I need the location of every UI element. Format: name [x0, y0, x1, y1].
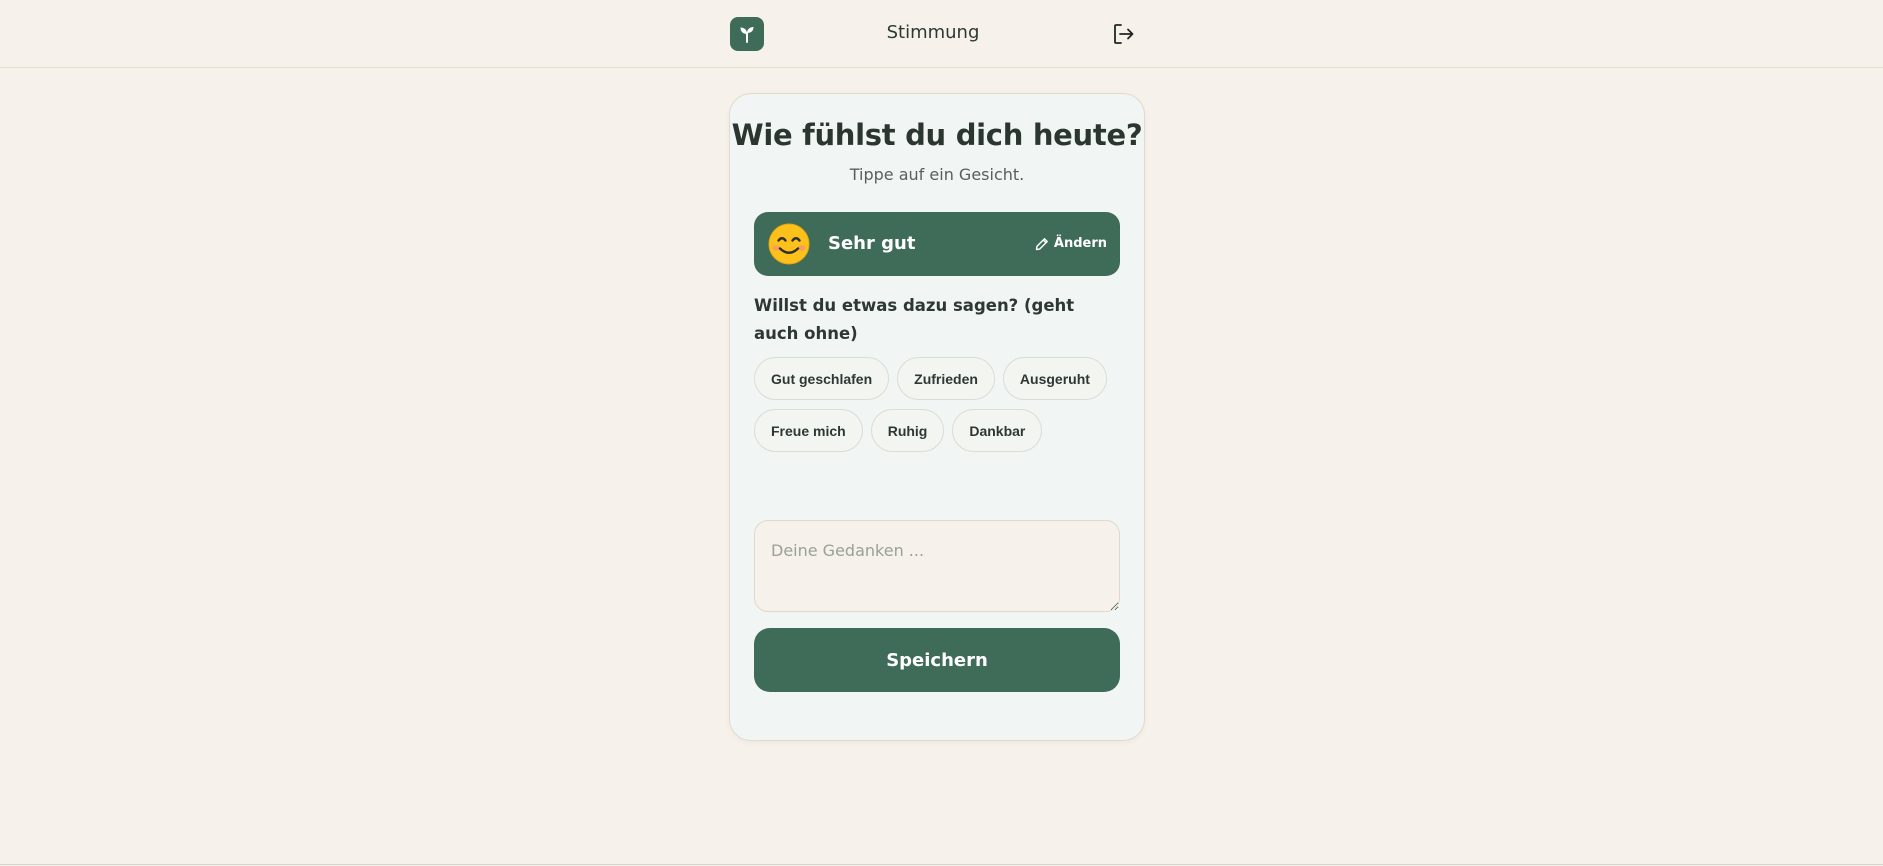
smiling-face-icon — [768, 223, 810, 265]
tag-chip-freue-mich[interactable]: Freue mich — [754, 409, 863, 452]
change-mood-button[interactable]: Ändern — [1035, 236, 1107, 251]
tag-chip-gut-geschlafen[interactable]: Gut geschlafen — [754, 357, 890, 400]
tag-chip-ruhig[interactable]: Ruhig — [870, 409, 945, 452]
logout-button[interactable] — [1110, 21, 1136, 47]
save-button[interactable]: Speichern — [754, 628, 1120, 692]
card-subtitle: Tippe auf ein Gesicht. — [849, 165, 1025, 184]
mood-card: Wie fühlst du dich heute? Tippe auf ein … — [729, 93, 1145, 741]
bottom-divider — [0, 864, 1883, 865]
selected-mood[interactable]: Sehr gut Ändern — [754, 212, 1120, 276]
tag-chip-ausgeruht[interactable]: Ausgeruht — [1002, 357, 1107, 400]
top-bar: Stimmung — [0, 0, 1883, 68]
thoughts-textarea[interactable] — [754, 520, 1120, 612]
tag-chip-dankbar[interactable]: Dankbar — [952, 409, 1043, 452]
tag-chips: Gut geschlafen Zufrieden Ausgeruht Freue… — [754, 357, 1124, 452]
page-title: Stimmung — [886, 22, 980, 43]
note-question: Willst du etwas dazu sagen? (geht auch o… — [754, 296, 1075, 343]
pencil-icon — [1035, 237, 1048, 250]
logout-icon — [1114, 24, 1134, 44]
tag-chip-zufrieden[interactable]: Zufrieden — [897, 357, 995, 400]
card-title: Wie fühlst du dich heute? — [731, 118, 1143, 152]
change-mood-label: Ändern — [1053, 236, 1107, 251]
selected-mood-label: Sehr gut — [828, 233, 916, 254]
